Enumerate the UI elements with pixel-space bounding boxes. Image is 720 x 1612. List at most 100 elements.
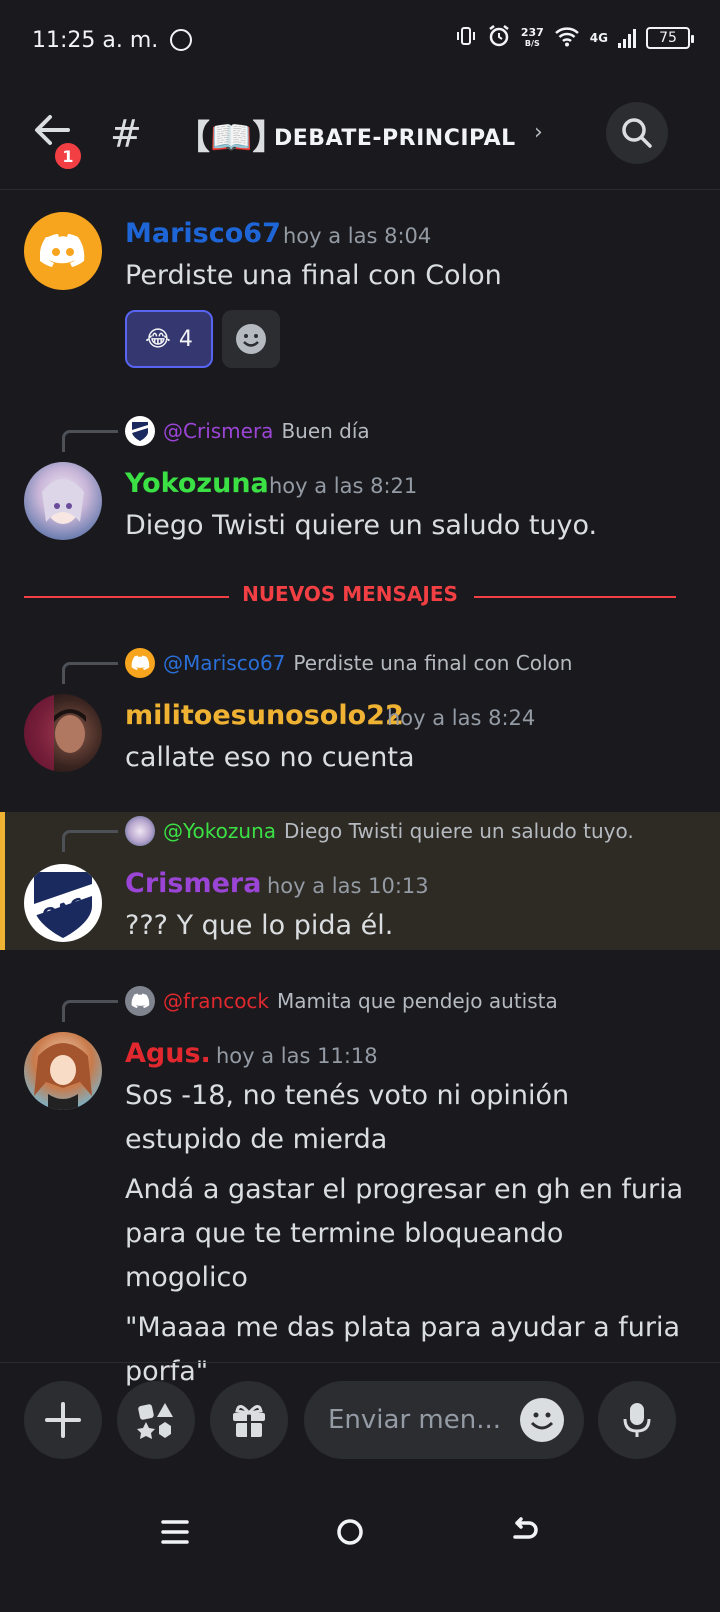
laughing-emoji-icon: 😂 — [145, 326, 171, 352]
reaction-chip[interactable]: 😂 4 — [125, 310, 213, 368]
status-bar: 11:25 a. m. 237 B/S 4G 75 — [0, 0, 720, 80]
message-line: callate eso no cuenta — [125, 742, 415, 773]
author-name[interactable]: Crismera — [125, 868, 261, 899]
new-messages-label: NUEVOS MENSAJES — [242, 582, 458, 606]
message-item[interactable]: Marisco67 hoy a las 8:04 Perdiste una fi… — [0, 190, 720, 380]
discord-logo-icon — [125, 648, 155, 678]
message-input-container[interactable] — [304, 1381, 584, 1459]
message-item[interactable]: @Marisco67 Perdiste una final con Colon … — [0, 642, 720, 802]
author-name[interactable]: Yokozuna — [125, 468, 269, 499]
status-time: 11:25 a. m. — [32, 27, 159, 53]
reply-preview[interactable]: @francock Mamita que pendejo autista — [125, 986, 558, 1016]
plus-icon — [45, 1402, 81, 1438]
reply-text: Mamita que pendejo autista — [277, 989, 558, 1013]
message-item[interactable]: @Yokozuna Diego Twisti quiere un saludo … — [0, 812, 720, 950]
voice-button[interactable] — [598, 1381, 676, 1459]
nav-back-icon — [513, 1517, 538, 1539]
avatar[interactable]: QAC — [24, 864, 102, 942]
avatar[interactable] — [24, 212, 102, 290]
whatsapp-icon — [170, 29, 193, 51]
message-content: ??? Y que lo pida él. — [125, 904, 685, 948]
reply-preview[interactable]: @Marisco67 Perdiste una final con Colon — [125, 648, 572, 678]
battery-icon: 75 — [646, 26, 694, 49]
search-button[interactable] — [606, 102, 668, 164]
gift-button[interactable] — [210, 1381, 288, 1459]
reply-text: Perdiste una final con Colon — [293, 651, 573, 675]
reply-connector — [62, 1000, 118, 1022]
attach-button[interactable] — [24, 1381, 102, 1459]
reply-preview[interactable]: @Yokozuna Diego Twisti quiere un saludo … — [125, 816, 634, 846]
author-name[interactable]: Agus. — [125, 1038, 211, 1069]
qac-logo-icon — [125, 416, 155, 446]
reaction-count: 4 — [178, 326, 193, 352]
system-nav-bar — [0, 1474, 720, 1612]
add-reaction-icon — [236, 324, 266, 354]
timestamp: hoy a las 8:24 — [387, 706, 536, 730]
message-content: Sos -18, no tenés voto ni opinión estupi… — [125, 1074, 685, 1394]
reply-author: @Marisco67 — [163, 651, 286, 675]
emoji-icon — [530, 1412, 554, 1430]
apps-icon — [137, 1403, 173, 1439]
reply-preview[interactable]: @Crismera Buen día — [125, 416, 370, 446]
avatar-small — [125, 816, 155, 846]
signal-icon — [618, 28, 636, 48]
network-type: 4G — [589, 30, 608, 45]
avatar[interactable] — [24, 694, 102, 772]
new-messages-divider: NUEVOS MENSAJES — [24, 582, 676, 612]
recent-apps-button[interactable] — [145, 1502, 205, 1562]
wifi-icon — [554, 25, 580, 50]
network-speed: 237 B/S — [520, 25, 544, 48]
timestamp: hoy a las 8:21 — [269, 474, 418, 498]
timestamp: hoy a las 8:04 — [283, 224, 432, 248]
vibrate-icon — [455, 25, 477, 50]
reply-author: @Yokozuna — [163, 819, 277, 843]
home-icon — [337, 1519, 363, 1545]
emoji-button[interactable] — [520, 1398, 564, 1442]
avatar[interactable] — [24, 1032, 102, 1110]
message-content: Perdiste una final con Colon — [125, 254, 685, 298]
qac-logo-icon: QAC — [34, 872, 92, 938]
message-item[interactable]: @francock Mamita que pendejo autista Agu… — [0, 980, 720, 1387]
message-input[interactable] — [328, 1403, 518, 1437]
message-line: Sos -18, no tenés voto ni opinión estupi… — [125, 1080, 570, 1155]
message-line: Diego Twisti quiere un saludo tuyo. — [125, 510, 598, 541]
home-button[interactable] — [320, 1502, 380, 1562]
message-content: callate eso no cuenta — [125, 736, 685, 780]
search-icon — [622, 118, 652, 148]
reply-text: Diego Twisti quiere un saludo tuyo. — [284, 819, 634, 843]
author-name[interactable]: Marisco67 — [125, 218, 281, 249]
system-back-button[interactable] — [495, 1502, 555, 1562]
hash-icon: # — [110, 112, 142, 156]
message-line: ??? Y que lo pida él. — [125, 910, 394, 941]
timestamp: hoy a las 11:18 — [216, 1044, 378, 1068]
reply-text: Buen día — [281, 419, 370, 443]
reply-connector — [62, 430, 118, 452]
menu-icon — [161, 1520, 189, 1544]
reply-author: @Crismera — [163, 419, 274, 443]
reply-connector — [62, 830, 118, 852]
channel-header: 1 # 【📖】 DEBATE-PRINCIPAL › — [0, 80, 720, 190]
status-icons: 237 B/S 4G 75 — [455, 24, 694, 51]
gift-icon — [233, 1405, 265, 1437]
avatar[interactable] — [24, 462, 102, 540]
reply-author: @francock — [163, 989, 270, 1013]
apps-button[interactable] — [117, 1381, 195, 1459]
add-reaction-button[interactable] — [222, 310, 280, 368]
message-composer — [0, 1362, 720, 1474]
reply-connector — [62, 662, 118, 684]
notification-badge: 1 — [52, 140, 84, 172]
message-item[interactable]: @Crismera Buen día Yokozuna hoy a las 8:… — [0, 410, 720, 560]
discord-logo-icon — [40, 234, 85, 267]
timestamp: hoy a las 10:13 — [267, 874, 429, 898]
battery-level: 75 — [659, 29, 677, 46]
discord-logo-icon — [125, 986, 155, 1016]
author-name[interactable]: militoesunosolo22 — [125, 700, 404, 731]
channel-prefix[interactable]: 【📖】 — [176, 110, 286, 159]
channel-name[interactable]: DEBATE-PRINCIPAL — [274, 126, 516, 151]
microphone-icon — [623, 1403, 651, 1437]
alarm-icon — [487, 24, 511, 51]
message-line: Andá a gastar el progresar en gh en furi… — [125, 1174, 684, 1293]
message-content: Diego Twisti quiere un saludo tuyo. — [125, 504, 685, 548]
chevron-right-icon[interactable]: › — [534, 120, 543, 145]
message-line: Perdiste una final con Colon — [125, 260, 502, 291]
